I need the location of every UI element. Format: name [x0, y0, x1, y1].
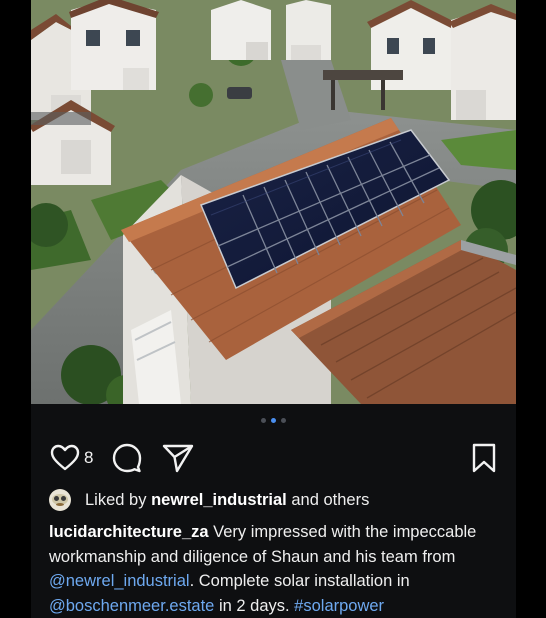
likes-prefix: Liked by [85, 490, 147, 509]
post-caption: lucidarchitecture_za Very impressed with… [49, 520, 504, 618]
comment-button[interactable] [112, 440, 142, 476]
caption-username[interactable]: lucidarchitecture_za [49, 523, 209, 541]
liker-avatar[interactable] [49, 489, 71, 511]
action-bar: 8 [50, 440, 497, 476]
comment-bubble-icon [112, 443, 142, 473]
hashtag-link[interactable]: #solarpower [294, 597, 384, 615]
mention-link[interactable]: @boschenmeer.estate [49, 597, 214, 615]
caption-text: . Complete solar installation in [189, 572, 410, 590]
carousel-indicator [31, 418, 516, 423]
save-button[interactable] [471, 440, 497, 476]
carousel-dot [281, 418, 286, 423]
liker-username[interactable]: newrel_industrial [151, 491, 287, 510]
heart-outline-icon [50, 444, 80, 471]
share-button[interactable] [162, 440, 194, 476]
post-photo[interactable] [31, 0, 516, 404]
likes-summary[interactable]: Liked by newrel_industrial and others [49, 489, 369, 511]
like-button[interactable]: 8 [50, 440, 93, 476]
paper-plane-icon [162, 444, 194, 473]
rooftop-solar-image [31, 0, 516, 404]
mention-link[interactable]: @newrel_industrial [49, 572, 190, 590]
like-count[interactable]: 8 [84, 448, 93, 468]
post-card: 8 Liked by newrel_industrial and others [31, 0, 516, 618]
carousel-dot [261, 418, 266, 423]
likes-suffix[interactable]: and others [291, 491, 369, 510]
bookmark-icon [472, 443, 496, 473]
carousel-dot-active [271, 418, 276, 423]
caption-text: in 2 days. [218, 596, 290, 615]
